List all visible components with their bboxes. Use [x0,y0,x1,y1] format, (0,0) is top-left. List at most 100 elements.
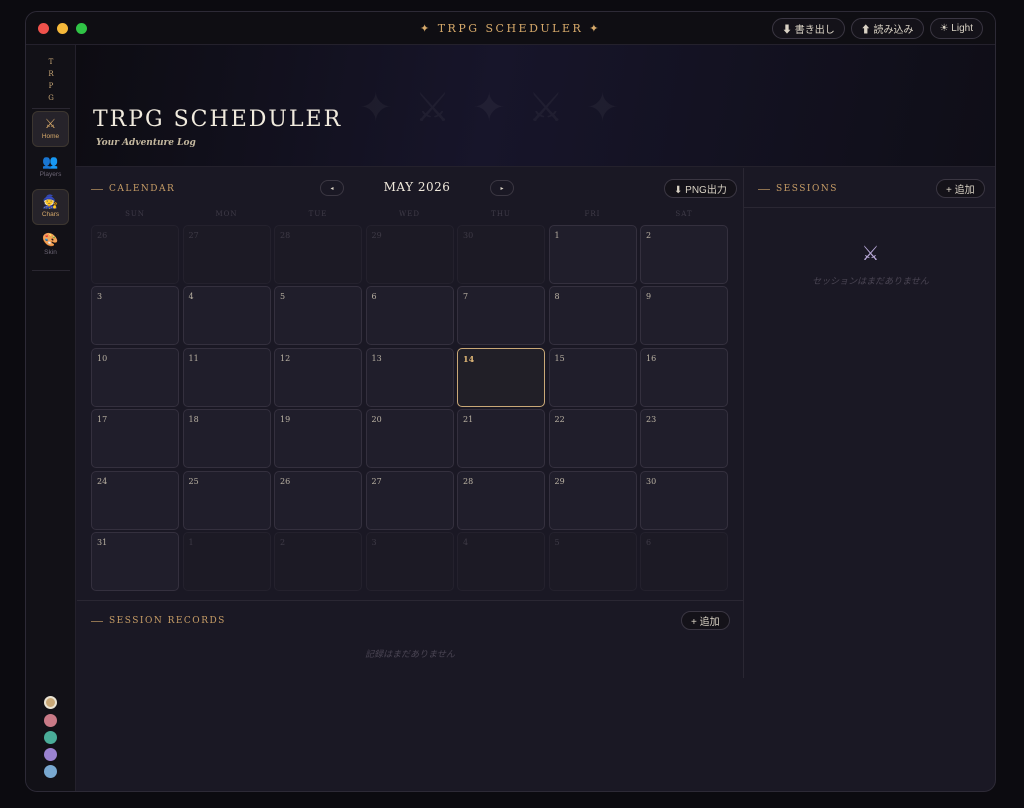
calendar-day[interactable]: 7 [457,286,545,346]
weekday-label: MON [215,210,238,218]
calendar-day[interactable]: 12 [274,347,362,407]
day-number: 21 [463,415,474,425]
calendar-day[interactable]: 30 [640,470,728,530]
day-number: 27 [188,231,199,240]
calendar-day[interactable]: 19 [274,409,362,469]
calendar-day[interactable]: 10 [91,347,179,407]
records-heading: SESSION RECORDS [91,616,226,626]
calendar-day-outside[interactable]: 29 [365,225,454,284]
calendar-day[interactable]: 6 [365,286,454,346]
calendar-day[interactable]: 4 [182,286,271,346]
calendar-day[interactable]: 5 [274,286,362,346]
calendar-day-outside[interactable]: 3 [365,532,454,591]
crossed-swords-icon: ⚔ [44,116,57,131]
day-number: 23 [646,415,657,425]
calendar-day[interactable]: 2 [640,225,728,284]
day-number: 17 [97,415,108,425]
calendar-day[interactable]: 27 [365,470,454,530]
calendar-day-outside[interactable]: 1 [182,532,271,591]
hero-banner: ✦⚔✦⚔✦ TRPG SCHEDULER Your Adventure Log [76,45,995,167]
records-empty-text: 記録はまだありません [365,649,455,659]
calendar-day[interactable]: 20 [365,409,454,469]
day-number: 5 [280,292,286,302]
day-number: 14 [463,353,475,364]
calendar-day[interactable]: 15 [548,347,637,407]
calendar-day-outside[interactable]: 4 [457,532,545,591]
calendar-day-today[interactable]: 14 [457,347,545,407]
calendar-day-outside[interactable]: 30 [457,225,545,284]
sidebar-item-skin[interactable]: 🎨 Skin [32,228,69,264]
sidebar: T R P G ⚔ Home 👥 Players 🧙 Chars 🎨 Skin [26,45,76,791]
day-number: 2 [646,231,652,240]
theme-toggle-button[interactable]: ☀ Light [929,18,983,39]
palette-icon: 🎨 [42,232,59,247]
next-month-button[interactable]: ▸ [490,180,514,196]
calendar-day[interactable]: 3 [91,286,179,346]
weekday-label: TUE [308,210,328,218]
prev-month-button[interactable]: ◂ [320,180,344,196]
calendar-day[interactable]: 31 [91,532,179,591]
mage-icon: 🧙 [42,194,59,209]
calendar-day[interactable]: 13 [365,347,454,407]
day-number: 29 [554,476,565,486]
crossed-swords-icon: ⚔ [861,243,880,265]
calendar-day[interactable]: 22 [548,409,637,469]
calendar-day[interactable]: 28 [457,470,545,530]
heading-rule [91,620,103,622]
calendar-day-outside[interactable]: 27 [182,225,271,284]
calendar-day[interactable]: 21 [457,409,545,469]
calendar-day[interactable]: 29 [548,470,637,530]
calendar-day-outside[interactable]: 28 [274,225,362,284]
theme-swatch-violet[interactable] [44,748,57,761]
import-button[interactable]: ⬆ 読み込み [850,18,924,39]
calendar-day[interactable]: 17 [91,409,179,469]
day-number: 12 [280,353,291,363]
day-number: 19 [280,415,291,425]
sessions-empty-text: セッションはまだありません [812,276,929,286]
calendar-heading: CALENDAR [91,184,175,194]
day-number: 4 [463,538,469,547]
calendar-day-outside[interactable]: 5 [548,532,637,591]
theme-swatch-gold[interactable] [44,696,57,709]
sidebar-item-home[interactable]: ⚔ Home [32,111,69,147]
sidebar-divider [32,108,70,109]
records-divider [77,600,743,601]
sidebar-item-label: Chars [41,211,60,218]
theme-swatch-rose[interactable] [44,714,57,727]
export-png-button[interactable]: ⬇ PNG出力 [664,179,737,198]
day-number: 6 [646,538,652,547]
logo-letter: P [48,82,54,90]
calendar-day[interactable]: 9 [640,286,728,346]
add-record-button[interactable]: + 追加 [681,611,730,630]
day-number: 9 [646,292,652,302]
calendar-day[interactable]: 8 [548,286,637,346]
add-session-button[interactable]: + 追加 [936,179,985,198]
calendar-day[interactable]: 24 [91,470,179,530]
sidebar-divider [32,270,70,271]
theme-swatch-blue[interactable] [44,765,57,778]
day-number: 7 [463,292,469,302]
sidebar-item-label: Players [39,171,62,178]
sidebar-logo: T R P G [26,56,76,104]
calendar-day[interactable]: 11 [182,347,271,407]
app-window: ✦ TRPG SCHEDULER ✦ ⬇ 書き出し ⬆ 読み込み ☀ Light… [25,11,996,792]
day-number: 11 [188,353,199,363]
calendar-day[interactable]: 23 [640,409,728,469]
calendar-day[interactable]: 18 [182,409,271,469]
sessions-heading: SESSIONS [758,184,838,194]
export-button[interactable]: ⬇ 書き出し [772,18,845,39]
calendar-day[interactable]: 26 [274,470,362,530]
calendar-day[interactable]: 25 [182,470,271,530]
day-number: 5 [554,538,560,547]
theme-swatch-teal[interactable] [44,731,57,744]
sidebar-item-players[interactable]: 👥 Players [32,150,69,186]
day-number: 30 [463,231,474,240]
calendar-day-outside[interactable]: 2 [274,532,362,591]
weekday-label: WED [399,210,420,218]
calendar-day[interactable]: 1 [548,225,637,284]
calendar-day[interactable]: 16 [640,347,728,407]
sidebar-item-chars[interactable]: 🧙 Chars [32,189,69,225]
calendar-day-outside[interactable]: 6 [640,532,728,591]
logo-letter: R [48,70,54,78]
calendar-day-outside[interactable]: 26 [91,225,179,284]
